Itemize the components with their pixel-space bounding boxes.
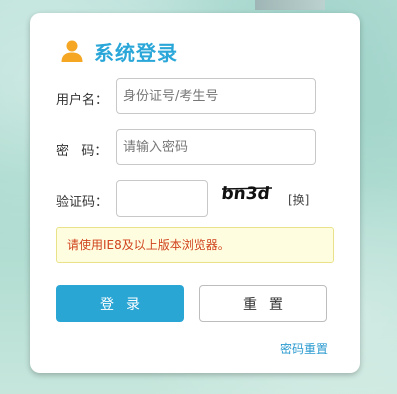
reset-button[interactable]: 重置 bbox=[199, 285, 327, 322]
captcha-image[interactable]: bn3d bbox=[220, 181, 274, 207]
password-label: 密 码： bbox=[56, 144, 108, 159]
user-icon bbox=[61, 40, 83, 62]
background-building bbox=[255, 0, 325, 10]
captcha-text: bn3d bbox=[220, 184, 270, 204]
username-input[interactable] bbox=[116, 78, 316, 114]
captcha-label: 验证码： bbox=[56, 195, 109, 210]
password-reset-link[interactable]: 密码重置 bbox=[280, 340, 328, 357]
password-input[interactable] bbox=[116, 129, 316, 165]
captcha-input[interactable] bbox=[116, 180, 208, 217]
login-panel: 系统登录 用户名： 密 码： 验证码： bn3d [换] 请使用IE8及以上版本… bbox=[30, 13, 360, 373]
login-title: 系统登录 bbox=[94, 40, 178, 65]
login-header: 系统登录 bbox=[60, 35, 178, 67]
browser-notice: 请使用IE8及以上版本浏览器。 bbox=[56, 227, 334, 263]
username-label: 用户名： bbox=[56, 93, 109, 108]
captcha-refresh-link[interactable]: [换] bbox=[288, 191, 309, 208]
login-button[interactable]: 登录 bbox=[56, 285, 184, 322]
